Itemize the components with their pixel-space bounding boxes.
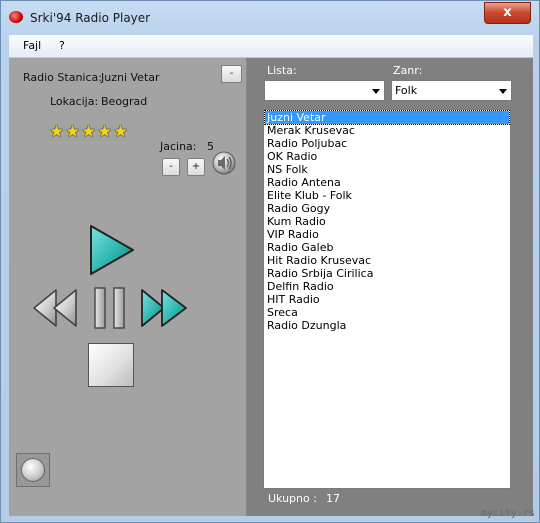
- title-bar[interactable]: Srki'94 Radio Player x: [1, 1, 539, 33]
- pause-icon[interactable]: [93, 286, 127, 330]
- list-item[interactable]: Radio Srbija Cirilica: [265, 267, 509, 280]
- volume-up-button[interactable]: +: [187, 158, 205, 176]
- list-item[interactable]: Hit Radio Krusevac: [265, 254, 509, 267]
- watermark: mycity.rs: [480, 508, 535, 519]
- genre-label: Zanr:: [393, 64, 423, 77]
- list-item[interactable]: Juzni Vetar: [264, 110, 510, 125]
- power-button[interactable]: [16, 453, 50, 487]
- volume-down-button[interactable]: -: [162, 158, 180, 176]
- genre-dropdown-value: Folk: [395, 84, 418, 97]
- list-dropdown[interactable]: [264, 80, 385, 101]
- list-item[interactable]: Elite Klub - Folk: [265, 189, 509, 202]
- station-panel: Lista: Zanr: Folk Juzni Vetar Merak Kruse…: [247, 58, 533, 516]
- rating-star-icon[interactable]: ★: [49, 124, 65, 141]
- player-panel: Radio Stanica: Juzni Vetar - Lokacija: B…: [9, 58, 247, 516]
- previous-icon[interactable]: [32, 288, 78, 328]
- speaker-icon[interactable]: [211, 150, 237, 176]
- chevron-down-icon: [499, 89, 507, 94]
- list-item[interactable]: Radio Poljubac: [265, 137, 509, 150]
- next-icon[interactable]: [140, 288, 188, 328]
- power-knob-icon: [21, 458, 45, 482]
- rating-star-icon[interactable]: ★: [113, 124, 129, 141]
- list-item[interactable]: Sreca: [265, 306, 509, 319]
- close-button[interactable]: x: [484, 2, 531, 24]
- location-value: Beograd: [101, 95, 148, 108]
- genre-dropdown[interactable]: Folk: [391, 80, 512, 101]
- client-area: Radio Stanica: Juzni Vetar - Lokacija: B…: [9, 58, 533, 516]
- list-item[interactable]: HIT Radio: [265, 293, 509, 306]
- rating-star-icon[interactable]: ★: [97, 124, 113, 141]
- app-logo-icon: [9, 11, 23, 23]
- station-label: Radio Stanica:: [23, 71, 102, 84]
- menu-fajl[interactable]: Fajl: [23, 39, 41, 52]
- window-title: Srki'94 Radio Player: [30, 11, 151, 25]
- location-label: Lokacija:: [50, 95, 99, 108]
- list-item[interactable]: Radio Galeb: [265, 241, 509, 254]
- collapse-button[interactable]: -: [221, 65, 242, 83]
- list-item[interactable]: VIP Radio: [265, 228, 509, 241]
- list-item[interactable]: Radio Antena: [265, 176, 509, 189]
- total-value: 17: [326, 492, 340, 505]
- menu-bar: Fajl ?: [9, 35, 533, 58]
- station-value: Juzni Vetar: [101, 71, 160, 84]
- rating-star-icon[interactable]: ★: [81, 124, 97, 141]
- list-item[interactable]: Kum Radio: [265, 215, 509, 228]
- play-icon[interactable]: [89, 224, 135, 276]
- list-item[interactable]: Merak Krusevac: [265, 124, 509, 137]
- app-window: Srki'94 Radio Player x Fajl ? Radio Stan…: [0, 0, 540, 523]
- list-item[interactable]: Delfin Radio: [265, 280, 509, 293]
- rating-star-icon[interactable]: ★: [65, 124, 81, 141]
- menu-help[interactable]: ?: [59, 39, 65, 52]
- stop-button[interactable]: [88, 343, 134, 387]
- list-item[interactable]: NS Folk: [265, 163, 509, 176]
- chevron-down-icon: [372, 89, 380, 94]
- volume-label: Jacina:: [160, 140, 197, 153]
- list-label: Lista:: [267, 64, 297, 77]
- list-item[interactable]: Radio Dzungla: [265, 319, 509, 332]
- list-item[interactable]: OK Radio: [265, 150, 509, 163]
- station-list[interactable]: Juzni Vetar Merak Krusevac Radio Poljubac O…: [263, 109, 511, 489]
- total-label: Ukupno :: [268, 492, 317, 505]
- list-item[interactable]: Radio Gogy: [265, 202, 509, 215]
